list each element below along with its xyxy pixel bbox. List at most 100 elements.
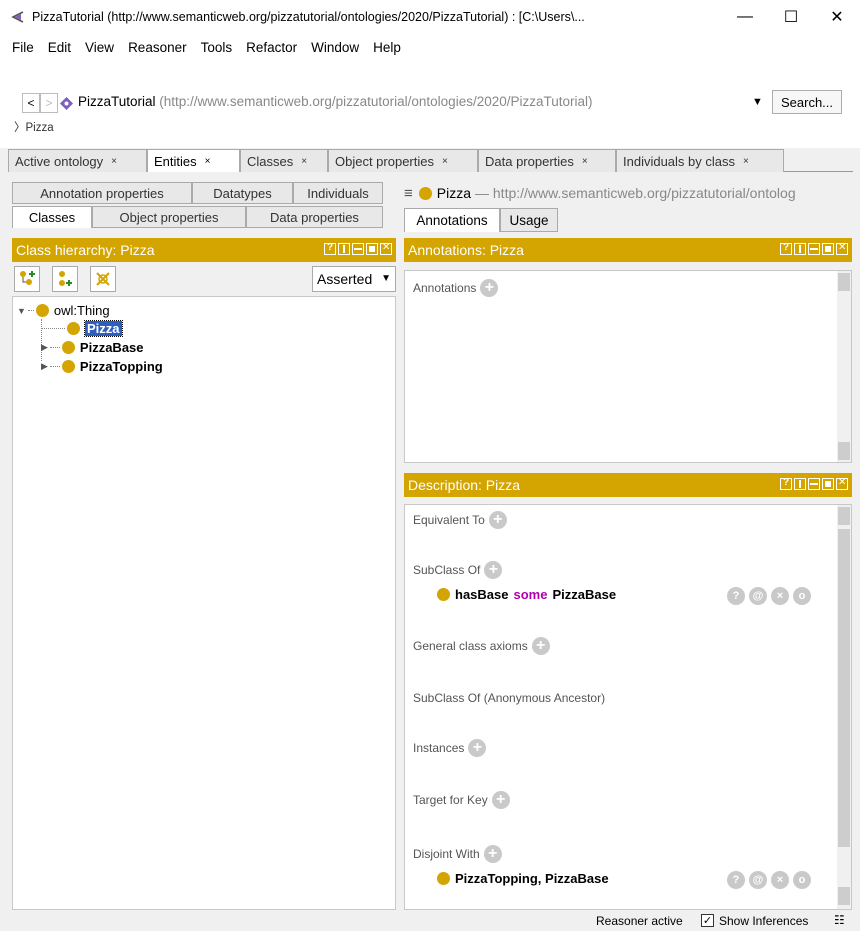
split-vertical-icon[interactable] bbox=[338, 243, 350, 255]
explain-button[interactable]: ? bbox=[727, 871, 745, 889]
explain-button[interactable]: ? bbox=[727, 587, 745, 605]
annotate-button[interactable]: @ bbox=[749, 871, 767, 889]
tab-object-properties[interactable]: Object properties × bbox=[328, 149, 478, 172]
close-view-icon[interactable] bbox=[836, 242, 848, 255]
tree-node-pizza[interactable]: Pizza bbox=[41, 320, 123, 337]
ontology-selector[interactable]: PizzaTutorial (http://www.semanticweb.or… bbox=[78, 94, 593, 109]
tab-active-ontology[interactable]: Active ontology × bbox=[8, 149, 147, 172]
tab-entities[interactable]: Entities × bbox=[147, 149, 240, 172]
subtab-individuals[interactable]: Individuals bbox=[293, 182, 383, 204]
breadcrumb-item[interactable]: Pizza bbox=[26, 122, 54, 134]
menu-help[interactable]: Help bbox=[373, 40, 401, 55]
add-sibling-button[interactable] bbox=[52, 266, 78, 292]
disjoint-axiom[interactable]: PizzaTopping, PizzaBase bbox=[437, 871, 609, 886]
add-general-axiom-button[interactable]: + bbox=[531, 637, 550, 655]
add-equivalent-button[interactable]: + bbox=[488, 511, 507, 529]
subtab-classes[interactable]: Classes bbox=[12, 206, 92, 228]
tab-close-icon[interactable]: × bbox=[582, 156, 588, 167]
subtabs-row-1: Annotation properties Datatypes Individu… bbox=[12, 182, 396, 204]
subtab-datatypes[interactable]: Datatypes bbox=[192, 182, 293, 204]
help-icon[interactable] bbox=[780, 477, 792, 490]
asserted-dropdown[interactable]: Asserted ▼ bbox=[312, 266, 396, 292]
menu-lines-icon[interactable]: ≡ bbox=[404, 185, 413, 202]
log-list-icon[interactable]: ☷ bbox=[834, 913, 845, 927]
tab-close-icon[interactable]: × bbox=[111, 156, 117, 167]
ontology-name: PizzaTutorial bbox=[78, 94, 156, 109]
add-key-button[interactable]: + bbox=[491, 791, 510, 809]
add-instance-button[interactable]: + bbox=[468, 739, 487, 757]
annotate-button[interactable]: @ bbox=[749, 587, 767, 605]
add-annotation-button[interactable]: + bbox=[480, 279, 499, 297]
tab-close-icon[interactable]: × bbox=[205, 156, 211, 167]
add-disjoint-button[interactable]: + bbox=[483, 845, 502, 863]
subclass-axiom[interactable]: hasBase some PizzaBase bbox=[437, 587, 616, 602]
class-icon bbox=[61, 360, 75, 373]
ontology-dropdown-arrow-icon[interactable]: ▼ bbox=[752, 96, 763, 108]
menu-file[interactable]: File bbox=[12, 40, 34, 55]
split-horizontal-icon[interactable] bbox=[808, 478, 820, 490]
tab-annotations[interactable]: Annotations bbox=[404, 208, 500, 232]
delete-axiom-button[interactable]: × bbox=[771, 587, 789, 605]
annotations-scrollbar[interactable] bbox=[837, 271, 851, 462]
collapsed-triangle-icon[interactable]: ▶ bbox=[41, 342, 48, 353]
tab-label: Classes bbox=[247, 153, 294, 169]
maximize-button[interactable]: ☐ bbox=[768, 0, 814, 34]
help-icon[interactable] bbox=[780, 242, 792, 255]
tab-classes[interactable]: Classes × bbox=[240, 149, 328, 172]
close-view-icon[interactable] bbox=[380, 242, 392, 255]
tab-usage[interactable]: Usage bbox=[500, 208, 558, 232]
maximize-view-icon[interactable] bbox=[822, 243, 834, 255]
add-subclass-button[interactable] bbox=[14, 266, 40, 292]
menu-refactor[interactable]: Refactor bbox=[246, 40, 297, 55]
menu-tools[interactable]: Tools bbox=[201, 40, 233, 55]
close-view-icon[interactable] bbox=[836, 477, 848, 490]
split-vertical-icon[interactable] bbox=[794, 478, 806, 490]
tab-individuals-by-class[interactable]: Individuals by class × bbox=[616, 149, 784, 172]
tree-node-pizzabase[interactable]: ▶ PizzaBase bbox=[17, 340, 144, 355]
tree-node-owl-thing[interactable]: ▼ owl:Thing bbox=[17, 303, 110, 318]
delete-class-button[interactable] bbox=[90, 266, 116, 292]
menu-edit[interactable]: Edit bbox=[48, 40, 71, 55]
maximize-view-icon[interactable] bbox=[822, 478, 834, 490]
edit-axiom-button[interactable]: o bbox=[793, 871, 811, 889]
menu-window[interactable]: Window bbox=[311, 40, 359, 55]
navigation-bar: < > PizzaTutorial (http://www.semanticwe… bbox=[0, 60, 860, 148]
tree-node-pizzatopping[interactable]: ▶ PizzaTopping bbox=[17, 359, 163, 374]
tab-close-icon[interactable]: × bbox=[442, 156, 448, 167]
search-button[interactable]: Search... bbox=[772, 90, 842, 114]
delete-axiom-button[interactable]: × bbox=[771, 871, 789, 889]
edit-axiom-button[interactable]: o bbox=[793, 587, 811, 605]
split-vertical-icon[interactable] bbox=[794, 243, 806, 255]
class-icon bbox=[437, 872, 450, 885]
subtab-annotation-properties[interactable]: Annotation properties bbox=[12, 182, 192, 204]
menu-view[interactable]: View bbox=[85, 40, 114, 55]
tab-label: Individuals by class bbox=[623, 153, 735, 169]
subtab-object-properties[interactable]: Object properties bbox=[92, 206, 246, 228]
description-scrollbar[interactable] bbox=[837, 505, 851, 909]
help-icon[interactable] bbox=[324, 242, 336, 255]
split-horizontal-icon[interactable] bbox=[352, 243, 364, 255]
tab-close-icon[interactable]: × bbox=[743, 156, 749, 167]
tab-close-icon[interactable]: × bbox=[301, 156, 307, 167]
add-subclass-icon bbox=[20, 271, 35, 285]
instances-section: Instances + bbox=[413, 739, 487, 757]
forward-button[interactable]: > bbox=[40, 93, 58, 113]
subtab-data-properties[interactable]: Data properties bbox=[246, 206, 383, 228]
subtabs-row-2: Classes Object properties Data propertie… bbox=[12, 206, 396, 228]
breadcrumb[interactable]: 〉Pizza bbox=[14, 119, 54, 135]
maximize-view-icon[interactable] bbox=[366, 243, 378, 255]
menu-reasoner[interactable]: Reasoner bbox=[128, 40, 187, 55]
back-button[interactable]: < bbox=[22, 93, 40, 113]
equivalent-to-section: Equivalent To + bbox=[413, 511, 507, 529]
split-horizontal-icon[interactable] bbox=[808, 243, 820, 255]
expanded-triangle-icon[interactable]: ▼ bbox=[17, 306, 26, 316]
class-hierarchy-title: Class hierarchy: Pizza bbox=[16, 242, 155, 258]
add-superclass-button[interactable]: + bbox=[484, 561, 503, 579]
show-inferences-label: Show Inferences bbox=[719, 914, 809, 928]
section-label: Instances bbox=[413, 741, 465, 755]
tab-data-properties[interactable]: Data properties × bbox=[478, 149, 616, 172]
collapsed-triangle-icon[interactable]: ▶ bbox=[41, 361, 48, 372]
minimize-button[interactable]: — bbox=[722, 0, 768, 34]
show-inferences-checkbox[interactable]: ✓ bbox=[701, 914, 714, 927]
close-window-button[interactable]: ✕ bbox=[814, 0, 860, 34]
